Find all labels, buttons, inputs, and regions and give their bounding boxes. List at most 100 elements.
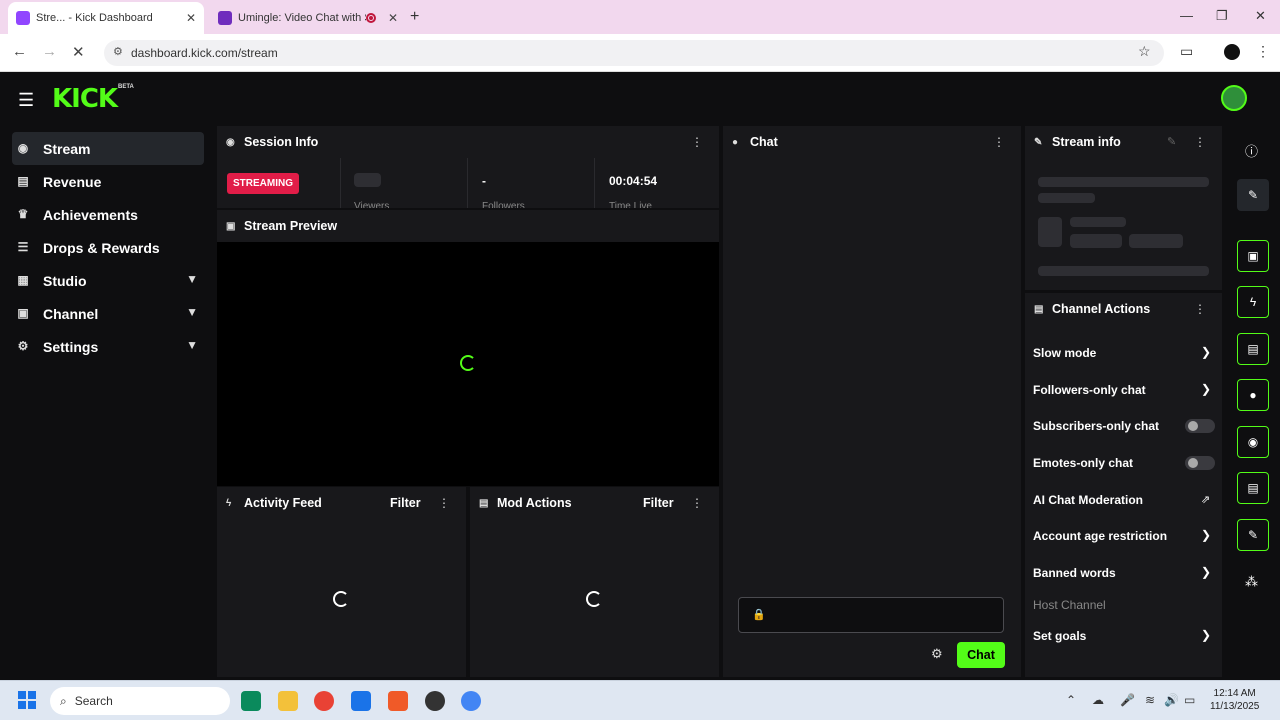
more-menu-icon[interactable]: ⋮ — [1256, 43, 1270, 60]
search-icon: ⌕ — [60, 693, 67, 708]
chrome-active-app-icon[interactable] — [461, 691, 481, 711]
account-age-restriction-item[interactable]: Account age restriction — [1033, 529, 1167, 543]
wifi-icon[interactable]: ≋ — [1145, 693, 1155, 707]
microphone-icon[interactable]: 🎤 — [1120, 693, 1135, 707]
hamburger-menu-icon[interactable]: ☰ — [18, 90, 34, 111]
browser-tab-umingle[interactable]: Umingle: Video Chat with St ✕ — [210, 4, 406, 32]
chevron-right-icon[interactable]: ❯ — [1201, 345, 1211, 359]
viewers-label: Viewers — [354, 201, 390, 208]
stream-info-toggle[interactable]: ✎ — [1237, 519, 1269, 551]
chevron-right-icon[interactable]: ❯ — [1201, 628, 1211, 642]
sidebar-item-revenue[interactable]: ▤ Revenue — [12, 165, 204, 198]
followers-only-chat-item[interactable]: Followers-only chat — [1033, 383, 1146, 397]
battery-icon[interactable]: ▭ — [1184, 693, 1195, 707]
url-field[interactable]: ⚙ dashboard.kick.com/stream — [104, 40, 1164, 66]
back-icon[interactable]: ← — [12, 43, 27, 60]
filter-button[interactable]: Filter — [643, 496, 674, 510]
copilot-app-icon[interactable] — [241, 691, 261, 711]
session-stats: STREAMING Viewers - Followers 00:04:54 T… — [217, 158, 719, 208]
new-tab-icon[interactable]: + — [410, 8, 419, 26]
sidebar-item-label: Channel — [43, 305, 99, 322]
emotes-only-toggle[interactable] — [1185, 456, 1215, 470]
filter-button[interactable]: Filter — [390, 496, 421, 510]
calculator-app-icon[interactable] — [351, 691, 371, 711]
system-clock[interactable]: 12:14 AM 11/13/2025 — [1210, 687, 1259, 713]
external-link-icon[interactable]: ⇗ — [1201, 493, 1210, 506]
thumbnail-loading-skeleton — [1038, 217, 1062, 247]
twitch-favicon-icon — [16, 11, 30, 25]
ai-chat-moderation-item[interactable]: AI Chat Moderation — [1033, 493, 1143, 507]
banned-words-item[interactable]: Banned words — [1033, 566, 1116, 580]
emotes-only-chat-item: Emotes-only chat — [1033, 456, 1134, 470]
send-chat-button[interactable]: Chat — [957, 642, 1005, 668]
kick-logo[interactable]: KICK — [52, 84, 118, 114]
close-window-icon[interactable]: ✕ — [1255, 8, 1266, 24]
actions-icon: ▤ — [1247, 481, 1259, 495]
session-info-toggle[interactable]: ◉ — [1237, 426, 1269, 458]
cloud-icon[interactable]: ☁ — [1092, 693, 1104, 707]
tab-title: Stre... - Kick Dashboard — [36, 12, 153, 24]
panel-header: ▣ Stream Preview — [217, 210, 719, 242]
browser-tab-bar: Stre... - Kick Dashboard ✕ Umingle: Vide… — [0, 0, 1280, 34]
chat-settings-icon[interactable]: ⚙ — [931, 646, 943, 662]
sidebar-item-settings[interactable]: ⚙ Settings ▼ — [12, 330, 204, 363]
stream-preview-video[interactable] — [217, 242, 719, 486]
obs-app-icon[interactable] — [425, 691, 445, 711]
more-options-icon[interactable]: ⋮ — [691, 496, 703, 510]
more-options-icon[interactable]: ⋮ — [1194, 302, 1206, 316]
tray-overflow-icon[interactable]: ⌃ — [1066, 693, 1076, 707]
sidebar-item-achievements[interactable]: ♛ Achievements — [12, 198, 204, 231]
subscribers-only-toggle[interactable] — [1185, 419, 1215, 433]
windows-start-icon[interactable] — [18, 691, 36, 709]
cast-icon[interactable]: ▭ — [1180, 43, 1193, 60]
edit-pencil-icon[interactable]: ✎ — [1167, 135, 1176, 148]
info-icon[interactable]: ⓘ — [1245, 141, 1258, 160]
stream-preview-toggle[interactable]: ▣ — [1237, 240, 1269, 272]
chrome-app-icon[interactable] — [314, 691, 334, 711]
apps-icon[interactable]: ⁂ — [1245, 574, 1258, 590]
sidebar-item-channel[interactable]: ▣ Channel ▼ — [12, 297, 204, 330]
forward-icon[interactable]: → — [42, 43, 57, 60]
tab-title: Umingle: Video Chat with St — [238, 12, 366, 24]
site-settings-icon[interactable]: ⚙ — [113, 45, 123, 58]
file-explorer-icon[interactable] — [278, 691, 298, 711]
volume-icon[interactable]: 🔊 — [1164, 693, 1179, 707]
umingle-favicon-icon — [218, 11, 232, 25]
taskbar-search[interactable]: ⌕ Search — [50, 687, 230, 715]
more-options-icon[interactable]: ⋮ — [691, 135, 703, 149]
restore-icon[interactable]: ❐ — [1216, 8, 1228, 24]
set-goals-item[interactable]: Set goals — [1033, 629, 1086, 643]
slow-mode-item[interactable]: Slow mode — [1033, 346, 1096, 360]
loading-spinner-icon — [460, 355, 476, 371]
sidebar-item-studio[interactable]: ▦ Studio ▼ — [12, 264, 204, 297]
more-options-icon[interactable]: ⋮ — [1194, 135, 1206, 149]
edit-stream-button[interactable]: ✎ — [1237, 179, 1269, 211]
gear-icon: ⚙ — [17, 339, 29, 353]
chevron-right-icon[interactable]: ❯ — [1201, 382, 1211, 396]
info-loading-skeleton — [1038, 266, 1209, 276]
chevron-right-icon[interactable]: ❯ — [1201, 528, 1211, 542]
profile-icon[interactable] — [1224, 44, 1240, 60]
more-options-icon[interactable]: ⋮ — [993, 135, 1005, 149]
user-avatar[interactable] — [1221, 85, 1247, 111]
reload-icon[interactable]: ✕ — [72, 43, 85, 61]
channel-actions-toggle[interactable]: ▤ — [1237, 472, 1269, 504]
bookmark-star-icon[interactable]: ☆ — [1138, 43, 1151, 60]
chat-toggle[interactable]: ● — [1237, 379, 1269, 411]
minimize-icon[interactable]: — — [1180, 8, 1193, 23]
mod-actions-toggle[interactable]: ▤ — [1237, 333, 1269, 365]
panel-header: ◉ Session Info — [217, 126, 719, 158]
chevron-right-icon[interactable]: ❯ — [1201, 565, 1211, 579]
close-tab-icon[interactable]: ✕ — [186, 11, 196, 25]
activity-feed-toggle[interactable]: ϟ — [1237, 286, 1269, 318]
browser-tab-kick[interactable]: Stre... - Kick Dashboard ✕ — [8, 2, 204, 34]
chat-message-input[interactable]: 🔒 — [738, 597, 1004, 633]
trophy-icon: ♛ — [17, 207, 29, 221]
store-app-icon[interactable] — [388, 691, 408, 711]
category-loading-skeleton — [1070, 217, 1126, 227]
sidebar-item-stream[interactable]: ◉ Stream — [12, 132, 204, 165]
sidebar-item-drops-rewards[interactable]: ☰ Drops & Rewards — [12, 231, 204, 264]
broadcast-icon: ◉ — [226, 136, 235, 148]
more-options-icon[interactable]: ⋮ — [438, 496, 450, 510]
close-tab-icon[interactable]: ✕ — [388, 11, 398, 25]
